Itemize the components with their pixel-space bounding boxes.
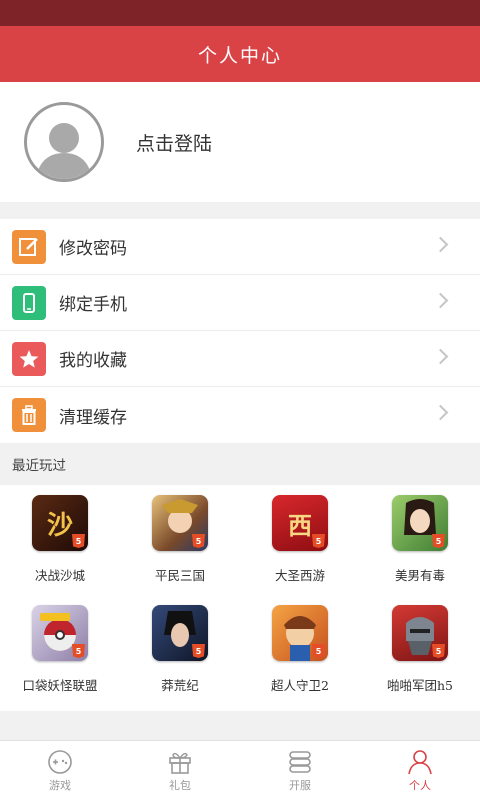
- html5-badge-icon: 5: [312, 534, 325, 548]
- game-name: 美男有毒: [394, 568, 445, 583]
- game-name: 莽荒纪: [161, 678, 199, 693]
- phone-icon: [12, 285, 46, 320]
- recent-games-heading: 最近玩过: [0, 443, 480, 485]
- game-item-jue-zhan-sha-cheng[interactable]: 沙 5 决战沙城: [0, 495, 120, 595]
- recent-games-section: 沙 5 决战沙城 5 平民三国 西 5 大圣西游 5 美男有毒 5 口袋妖怪联盟…: [0, 485, 480, 711]
- avatar[interactable]: [24, 102, 104, 182]
- game-name: 啪啪军团h5: [386, 678, 453, 693]
- html5-badge-icon: 5: [72, 644, 85, 658]
- tab-label: 礼包: [169, 778, 191, 792]
- login-link[interactable]: 点击登陆: [136, 129, 212, 156]
- page-title: 个人中心: [0, 26, 480, 82]
- game-item-pa-pa-jun-tuan-h5[interactable]: 5 啪啪军团h5: [360, 605, 480, 705]
- game-item-ping-min-san-guo[interactable]: 5 平民三国: [120, 495, 240, 595]
- trash-icon: [12, 398, 46, 432]
- menu-item-bind-phone[interactable]: 绑定手机: [0, 275, 480, 331]
- html5-badge-icon: 5: [192, 644, 205, 658]
- html5-badge-icon: 5: [192, 534, 205, 548]
- tab-label: 游戏: [49, 778, 71, 792]
- star-icon: [12, 341, 46, 376]
- game-name: 平民三国: [154, 568, 205, 583]
- gift-icon: [169, 752, 191, 774]
- gamepad-icon: [48, 749, 72, 774]
- divider: [0, 202, 480, 219]
- html5-badge-icon: 5: [72, 534, 85, 548]
- game-name: 大圣西游: [274, 568, 325, 583]
- profile-section[interactable]: 点击登陆: [0, 82, 480, 202]
- menu-item-label: 清理缓存: [59, 407, 127, 428]
- chevron-right-icon: [432, 404, 449, 421]
- tab-gifts[interactable]: 礼包: [120, 741, 240, 800]
- status-bar: [0, 0, 480, 26]
- edit-icon: [12, 229, 46, 264]
- game-item-chao-ren-shou-wei-2[interactable]: 5 超人守卫2: [240, 605, 360, 705]
- server-icon: [289, 750, 311, 773]
- chevron-right-icon: [432, 292, 449, 309]
- game-item-da-sheng-xi-you[interactable]: 西 5 大圣西游: [240, 495, 360, 595]
- tab-label: 开服: [289, 778, 311, 792]
- game-icon: 5: [152, 495, 208, 551]
- game-name: 超人守卫2: [271, 678, 329, 693]
- html5-badge-icon: 5: [312, 644, 325, 658]
- game-icon: 5: [392, 605, 448, 661]
- game-icon: 沙 5: [32, 495, 88, 551]
- bottom-tab-bar: 游戏 礼包 开服 个人: [0, 740, 480, 800]
- game-name: 决战沙城: [34, 568, 85, 583]
- game-item-kou-dai-yao-guai-lian-meng[interactable]: 5 口袋妖怪联盟: [0, 605, 120, 705]
- chevron-right-icon: [432, 236, 449, 253]
- tab-label: 个人: [409, 778, 431, 792]
- person-icon: [408, 749, 432, 774]
- game-name: 口袋妖怪联盟: [22, 678, 98, 693]
- html5-badge-icon: 5: [432, 644, 445, 658]
- default-avatar-icon: [35, 123, 93, 179]
- menu-item-change-password[interactable]: 修改密码: [0, 219, 480, 275]
- menu-item-clear-cache[interactable]: 清理缓存: [0, 387, 480, 443]
- html5-badge-icon: 5: [432, 534, 445, 548]
- tab-servers[interactable]: 开服: [240, 741, 360, 800]
- chevron-right-icon: [432, 348, 449, 365]
- settings-menu: 修改密码 绑定手机 我的收藏 清理缓存: [0, 219, 480, 443]
- menu-item-label: 绑定手机: [59, 295, 127, 315]
- menu-item-label: 修改密码: [59, 239, 127, 259]
- game-icon: 5: [32, 605, 88, 661]
- menu-item-label: 我的收藏: [59, 351, 127, 371]
- tab-games[interactable]: 游戏: [0, 741, 120, 800]
- game-item-mei-nan-you-du[interactable]: 5 美男有毒: [360, 495, 480, 595]
- game-icon: 5: [272, 605, 328, 661]
- game-icon: 5: [152, 605, 208, 661]
- tab-personal[interactable]: 个人: [360, 741, 480, 800]
- game-icon: 西 5: [272, 495, 328, 551]
- game-icon: 5: [392, 495, 448, 551]
- game-item-mang-huang-ji[interactable]: 5 莽荒纪: [120, 605, 240, 705]
- menu-item-favorites[interactable]: 我的收藏: [0, 331, 480, 387]
